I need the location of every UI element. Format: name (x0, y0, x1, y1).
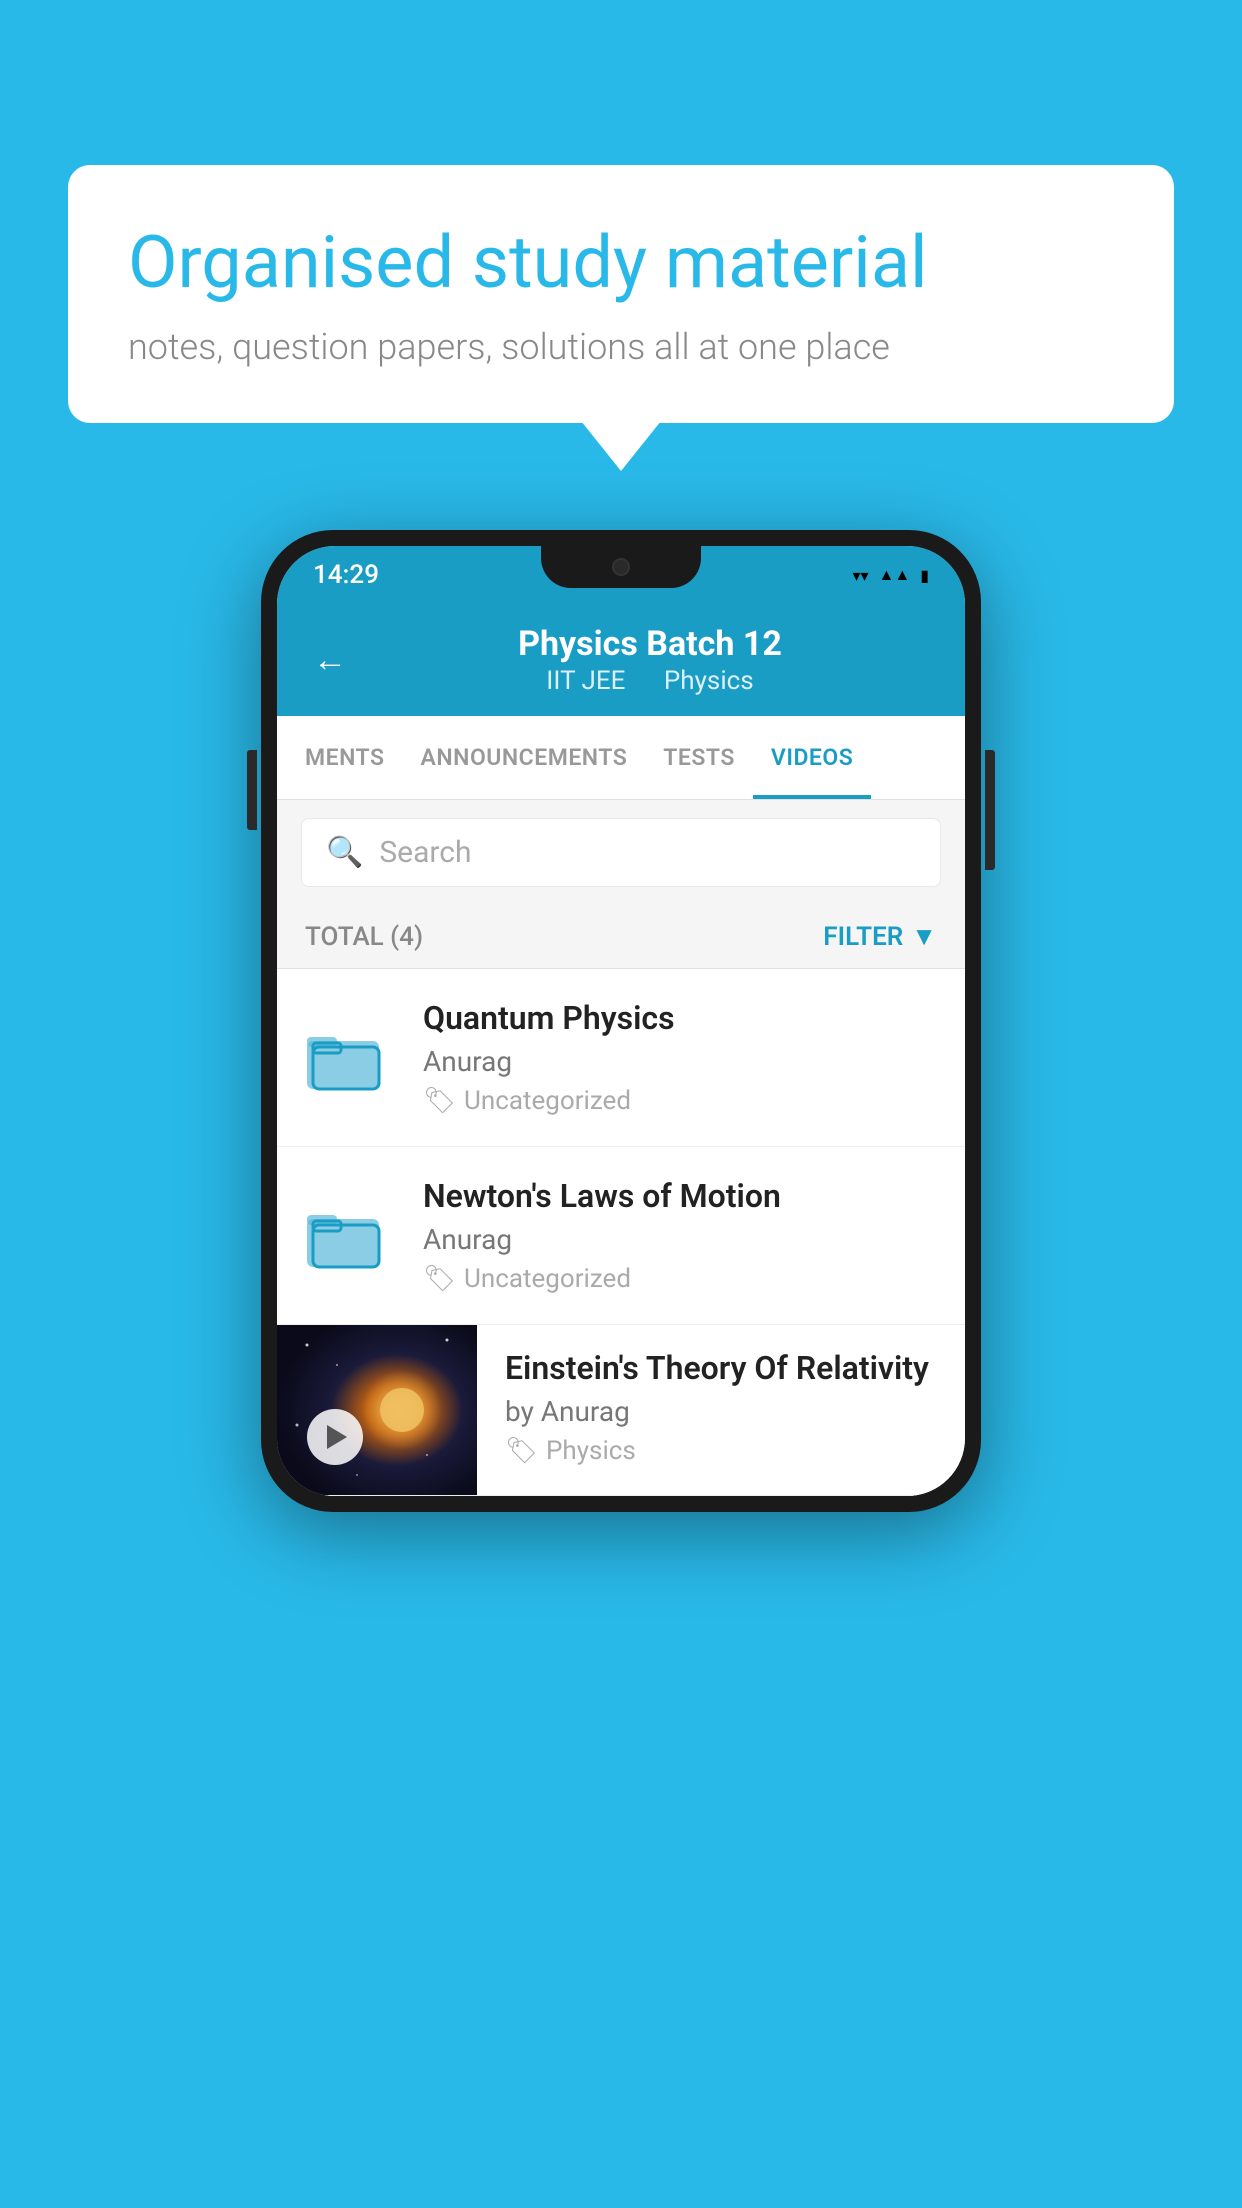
video-info: Quantum Physics Anurag 🏷 Uncategorized (423, 999, 937, 1116)
video-title: Newton's Laws of Motion (423, 1177, 937, 1215)
list-item[interactable]: Newton's Laws of Motion Anurag 🏷 Uncateg… (277, 1147, 965, 1325)
video-author: by Anurag (505, 1395, 937, 1428)
search-container: 🔍 Search (277, 800, 965, 905)
status-bar: 14:29 ▾▾ ▲▲ ▮ (277, 546, 965, 604)
video-tag: 🏷 Uncategorized (423, 1086, 937, 1116)
back-button[interactable]: ← (313, 640, 347, 680)
tab-announcements[interactable]: ANNOUNCEMENTS (403, 716, 646, 799)
video-title: Quantum Physics (423, 999, 937, 1037)
filter-funnel-icon: ▼ (911, 921, 937, 952)
tabs-bar: MENTS ANNOUNCEMENTS TESTS VIDEOS (277, 716, 965, 800)
phone-frame: 14:29 ▾▾ ▲▲ ▮ ← Physics Batch 12 IIT JEE (261, 530, 981, 1512)
speech-bubble: Organised study material notes, question… (68, 165, 1174, 423)
video-list: Quantum Physics Anurag 🏷 Uncategorized (277, 969, 965, 1496)
tag-label: Uncategorized (464, 1264, 631, 1294)
list-item[interactable]: Quantum Physics Anurag 🏷 Uncategorized (277, 969, 965, 1147)
header-subtitle-physics: Physics (664, 666, 754, 696)
search-placeholder: Search (379, 835, 471, 870)
header-title: Physics Batch 12 (371, 624, 929, 664)
notch (541, 546, 701, 588)
tag-label: Physics (546, 1436, 636, 1466)
tab-tests[interactable]: TESTS (645, 716, 753, 799)
app-header: ← Physics Batch 12 IIT JEE Physics (277, 604, 965, 716)
folder-icon-wrap (305, 1023, 395, 1093)
folder-icon (305, 1023, 385, 1093)
thumb-bg (277, 1325, 477, 1495)
tag-icon: 🏷 (505, 1436, 538, 1466)
bubble-subtitle: notes, question papers, solutions all at… (128, 326, 1114, 368)
list-item[interactable]: Einstein's Theory Of Relativity by Anura… (277, 1325, 965, 1496)
video-thumbnail (277, 1325, 477, 1495)
filter-label: FILTER (823, 922, 903, 952)
video-title: Einstein's Theory Of Relativity (505, 1349, 937, 1387)
tab-videos[interactable]: VIDEOS (753, 716, 871, 799)
battery-icon: ▮ (920, 566, 929, 585)
bubble-title: Organised study material (128, 220, 1114, 306)
folder-icon (305, 1201, 385, 1271)
phone-wrapper: 14:29 ▾▾ ▲▲ ▮ ← Physics Batch 12 IIT JEE (261, 530, 981, 1512)
signal-icon: ▲▲ (879, 565, 911, 585)
search-icon: 🔍 (326, 835, 363, 870)
video-info: Newton's Laws of Motion Anurag 🏷 Uncateg… (423, 1177, 937, 1294)
header-info: Physics Batch 12 IIT JEE Physics (371, 624, 929, 696)
speech-bubble-container: Organised study material notes, question… (68, 165, 1174, 423)
header-subtitle: IIT JEE Physics (371, 666, 929, 696)
tag-icon: 🏷 (423, 1264, 456, 1294)
total-count-label: TOTAL (4) (305, 922, 423, 952)
video-author: Anurag (423, 1223, 937, 1256)
video-tag: 🏷 Physics (505, 1436, 937, 1466)
tag-label: Uncategorized (464, 1086, 631, 1116)
camera-dot (612, 558, 630, 576)
play-button[interactable] (307, 1409, 363, 1465)
status-time: 14:29 (313, 560, 379, 590)
header-subtitle-iitjee: IIT JEE (546, 666, 625, 696)
wifi-icon: ▾▾ (852, 566, 868, 585)
filter-row: TOTAL (4) FILTER ▼ (277, 905, 965, 969)
video-info: Einstein's Theory Of Relativity by Anura… (477, 1325, 965, 1490)
video-tag: 🏷 Uncategorized (423, 1264, 937, 1294)
status-icons: ▾▾ ▲▲ ▮ (852, 565, 929, 585)
search-input-wrapper[interactable]: 🔍 Search (301, 818, 941, 887)
tab-ments[interactable]: MENTS (287, 716, 403, 799)
tag-icon: 🏷 (423, 1086, 456, 1116)
folder-icon-wrap (305, 1201, 395, 1271)
filter-button[interactable]: FILTER ▼ (823, 921, 937, 952)
video-author: Anurag (423, 1045, 937, 1078)
phone-screen: 14:29 ▾▾ ▲▲ ▮ ← Physics Batch 12 IIT JEE (277, 546, 965, 1496)
